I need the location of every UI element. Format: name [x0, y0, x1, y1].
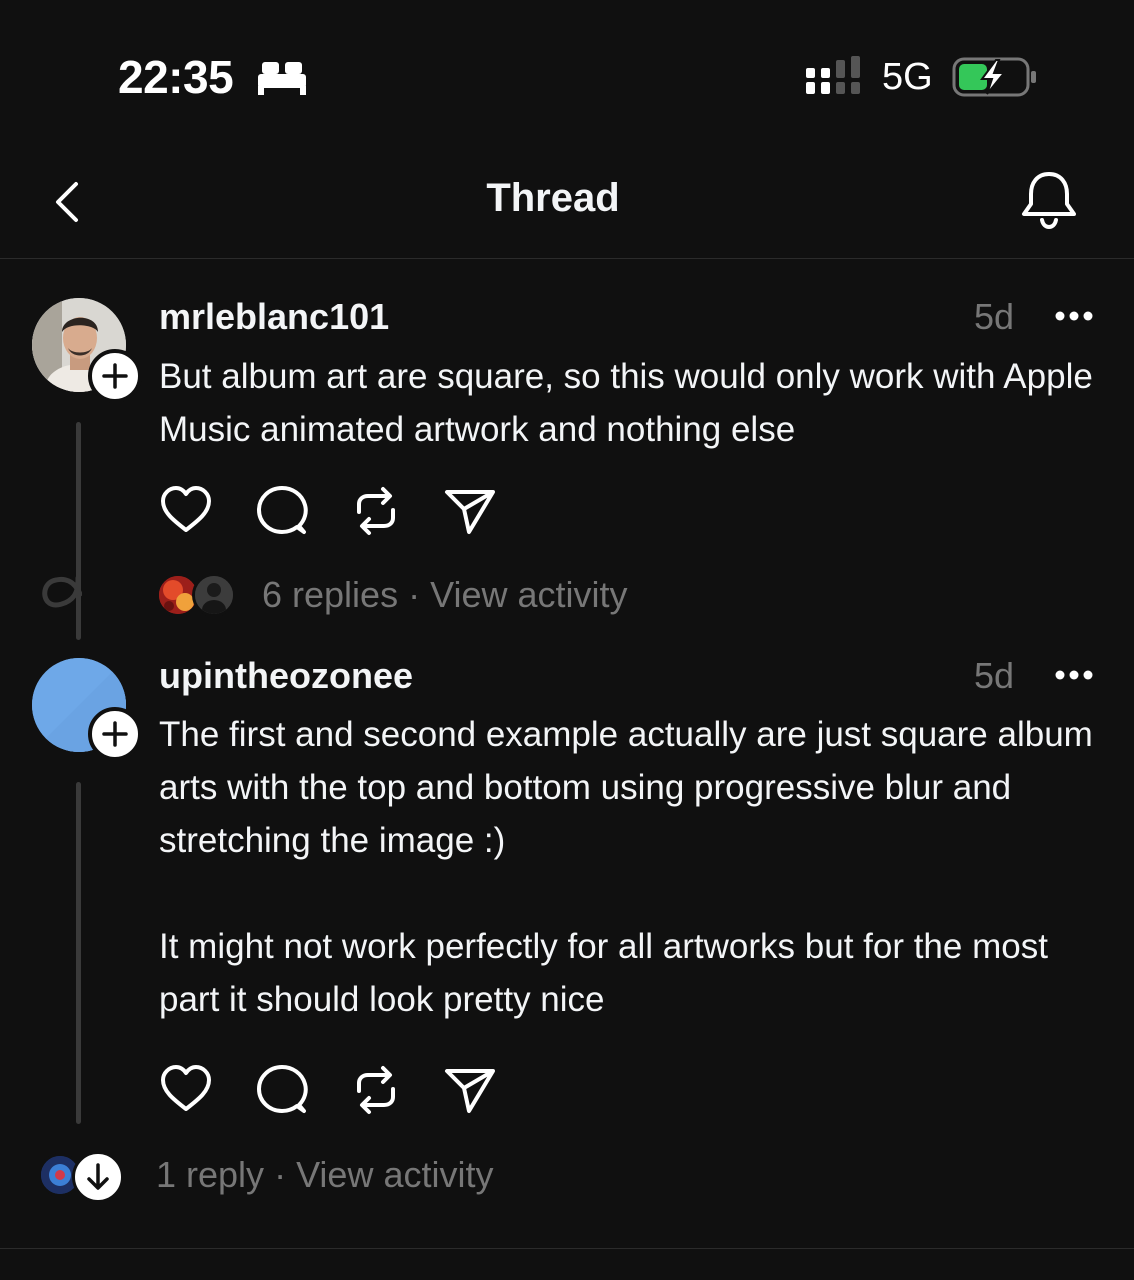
- follow-button[interactable]: [88, 349, 142, 403]
- more-icon[interactable]: [1054, 309, 1094, 323]
- repost-button[interactable]: [349, 1063, 403, 1117]
- reply-button[interactable]: [255, 1063, 309, 1117]
- page-title: Thread: [486, 176, 620, 220]
- post-time: 5d: [974, 655, 1015, 696]
- thread-line: [76, 782, 81, 1124]
- post-actions: [159, 484, 519, 540]
- repost-icon: [357, 1066, 395, 1114]
- post-text: The first and second example actually ar…: [159, 715, 1093, 1019]
- replies-count-link[interactable]: 6 replies: [262, 574, 398, 615]
- follow-button[interactable]: [88, 707, 142, 761]
- heart-icon: [161, 486, 211, 532]
- thread-header: Thread: [0, 150, 1134, 259]
- plus-icon: [102, 363, 128, 389]
- repost-button[interactable]: [349, 484, 403, 538]
- plus-icon: [102, 721, 128, 747]
- bed-icon: [258, 62, 306, 95]
- thread-loop-icon: [42, 575, 82, 608]
- heart-icon: [161, 1065, 211, 1111]
- arrow-down-icon: [87, 1163, 109, 1190]
- like-button[interactable]: [159, 1063, 213, 1117]
- share-icon: [445, 490, 495, 534]
- status-time: 22:35: [118, 51, 234, 103]
- post-time: 5d: [974, 296, 1015, 337]
- view-activity-link[interactable]: View activity: [430, 574, 627, 615]
- bell-icon[interactable]: [1018, 168, 1080, 232]
- replier-avatar: [192, 573, 236, 617]
- replies-count-link[interactable]: 1 reply: [156, 1154, 264, 1195]
- comment-icon: [257, 1065, 308, 1113]
- network-type: 5G: [882, 56, 933, 98]
- status-bar: 22:35 5G: [0, 0, 1134, 150]
- separator: ·: [274, 1154, 287, 1195]
- reply-summary: 1 reply · View activity: [156, 1154, 493, 1196]
- like-button[interactable]: [159, 484, 213, 538]
- expand-replies-button[interactable]: [72, 1151, 124, 1203]
- view-activity-link[interactable]: View activity: [296, 1154, 493, 1195]
- reply-summary: 6 replies · View activity: [262, 574, 627, 616]
- username[interactable]: upintheozonee: [159, 655, 413, 697]
- share-button[interactable]: [443, 1063, 497, 1117]
- share-button[interactable]: [443, 484, 497, 538]
- signal-icon: [806, 56, 860, 94]
- more-icon[interactable]: [1054, 668, 1094, 682]
- post-actions: [159, 1063, 519, 1119]
- username[interactable]: mrleblanc101: [159, 296, 389, 338]
- share-icon: [445, 1069, 495, 1113]
- divider: [0, 1248, 1134, 1249]
- reply-button[interactable]: [255, 484, 309, 538]
- repost-icon: [357, 487, 395, 535]
- battery-charging-icon: [952, 57, 1036, 97]
- separator: ·: [408, 574, 421, 615]
- post-text: But album art are square, so this would …: [159, 357, 1103, 449]
- comment-icon: [257, 486, 308, 534]
